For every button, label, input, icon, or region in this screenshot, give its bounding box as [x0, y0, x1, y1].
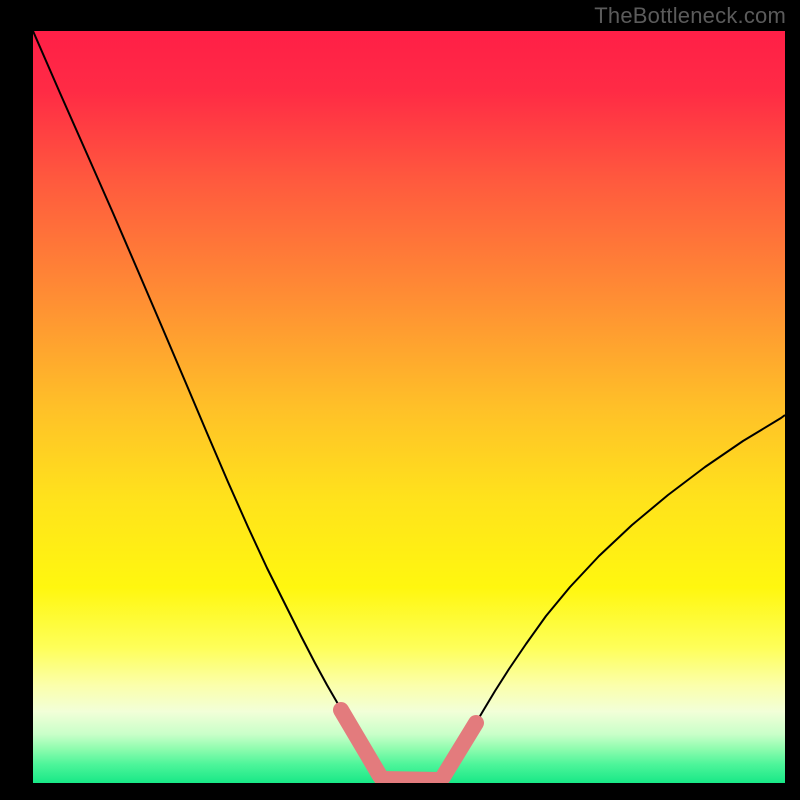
plot-area — [33, 31, 785, 783]
watermark-text: TheBottleneck.com — [594, 3, 786, 29]
highlight-segment-2 — [443, 723, 476, 777]
highlight-segment-0 — [341, 710, 380, 776]
bottleneck-curve — [33, 31, 785, 783]
highlight-segment-1 — [382, 779, 440, 780]
curve-layer — [33, 31, 785, 783]
